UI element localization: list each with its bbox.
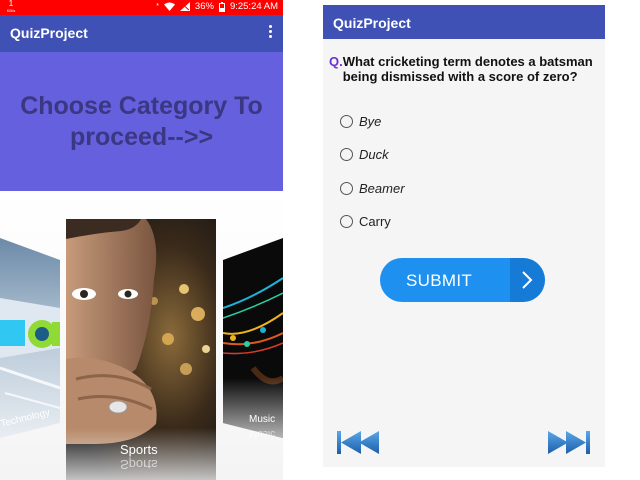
category-carousel: Technology Sports Sports Music Music: [0, 191, 283, 480]
network-speed-value: 1: [8, 0, 14, 8]
overflow-menu-icon[interactable]: [267, 25, 273, 41]
option-label: Bye: [359, 114, 382, 129]
radio-button[interactable]: [340, 182, 353, 195]
network-speed: 1 KB/s: [6, 0, 16, 13]
sports-image: [66, 219, 216, 480]
radio-button[interactable]: [340, 148, 353, 161]
option-label: Beamer: [359, 181, 405, 196]
previous-question-button[interactable]: [337, 429, 381, 456]
question-number-prefix: Q.: [329, 54, 343, 69]
category-banner: Choose Category To proceed-->>: [0, 52, 283, 191]
category-card-technology[interactable]: Technology: [0, 238, 60, 438]
category-label-sports: Sports: [120, 442, 158, 457]
clock: 9:25:24 AM: [229, 1, 278, 12]
submit-label: SUBMIT: [406, 271, 473, 290]
chevron-right-icon: [510, 258, 545, 302]
skip-previous-icon: [337, 431, 379, 454]
category-label-music-reflection: Music: [249, 428, 276, 438]
question-text: Q. What cricketing term denotes a batsma…: [329, 54, 599, 84]
option-bye[interactable]: Bye: [340, 114, 381, 129]
app-title: QuizProject: [333, 15, 411, 31]
technology-image: [0, 238, 60, 438]
option-label: Carry: [359, 214, 391, 229]
app-title: QuizProject: [10, 25, 88, 41]
question-screen: QuizProject Q. What cricketing term deno…: [323, 5, 605, 467]
option-label: Duck: [359, 147, 389, 162]
category-label-music: Music: [249, 414, 276, 425]
category-label-sports-reflection: Sports: [120, 457, 158, 472]
option-carry[interactable]: Carry: [340, 214, 391, 229]
network-speed-unit: KB/s: [6, 8, 16, 13]
option-duck[interactable]: Duck: [340, 147, 389, 162]
app-bar: QuizProject: [323, 5, 605, 39]
category-screen: 1 KB/s * 36% 9:25:24 AM QuizProject Choo…: [0, 0, 283, 480]
question-prefix: Q.: [329, 54, 343, 84]
signal-icon: [179, 2, 190, 11]
submit-button[interactable]: SUBMIT: [380, 258, 545, 302]
battery-percent: 36%: [194, 1, 214, 12]
radio-button[interactable]: [340, 215, 353, 228]
next-question-button[interactable]: [546, 429, 590, 456]
app-bar: QuizProject: [0, 15, 283, 52]
option-beamer[interactable]: Beamer: [340, 181, 405, 196]
battery-icon: [218, 1, 225, 12]
bluetooth-icon: *: [156, 3, 159, 10]
category-card-sports[interactable]: Sports Sports: [66, 219, 216, 480]
wifi-icon: [163, 2, 175, 11]
category-card-music[interactable]: Music Music: [223, 238, 283, 438]
radio-button[interactable]: [340, 115, 353, 128]
banner-line-2: proceed-->>: [69, 122, 214, 151]
question-body: What cricketing term denotes a batsman b…: [342, 54, 593, 84]
banner-heading: Choose Category To proceed-->>: [7, 91, 277, 153]
status-bar: 1 KB/s * 36% 9:25:24 AM: [0, 0, 283, 15]
skip-next-icon: [548, 431, 590, 454]
music-image: [223, 238, 283, 438]
banner-line-1: Choose Category To: [20, 91, 263, 120]
